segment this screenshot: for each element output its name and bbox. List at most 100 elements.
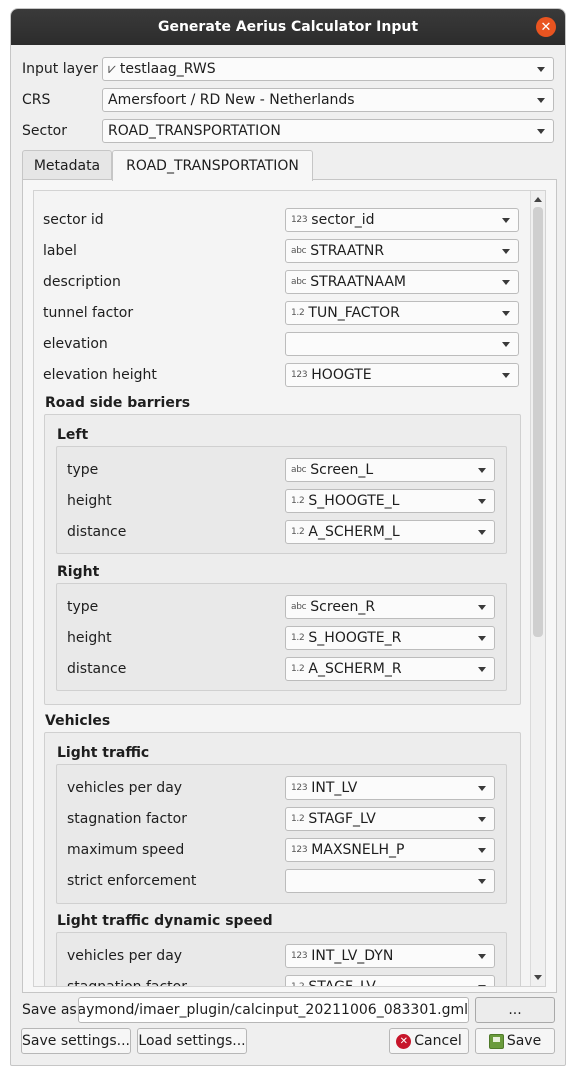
decimal-type-icon: 1.2	[291, 633, 305, 643]
input-layer-combo[interactable]: ⩗ testlaag_RWS	[102, 57, 554, 81]
light-traffic-dynamic-title: Light traffic dynamic speed	[57, 913, 273, 929]
chevron-down-icon	[478, 667, 486, 672]
decimal-type-icon: 1.2	[291, 527, 305, 537]
text-type-icon: abc	[291, 602, 307, 612]
chevron-down-icon	[478, 530, 486, 535]
combo-value: A_SCHERM_L	[308, 524, 400, 540]
save-as-path-field[interactable]: /raymond/imaer_plugin/calcinput_20211006…	[78, 997, 469, 1023]
sector-id-combo[interactable]: 123 sector_id	[285, 208, 519, 232]
field-label: height	[67, 630, 112, 646]
chevron-down-icon	[478, 954, 486, 959]
left-height-combo[interactable]: 1.2 S_HOOGTE_L	[285, 489, 495, 513]
field-label: distance	[67, 661, 127, 677]
combo-value: MAXSNELH_P	[311, 842, 405, 858]
field-label: type	[67, 599, 99, 615]
scroll-up-icon[interactable]	[534, 197, 542, 202]
decimal-type-icon: 1.2	[291, 496, 305, 506]
combo-value: STRAATNAAM	[310, 274, 406, 290]
save-settings-button[interactable]: Save settings...	[21, 1028, 131, 1054]
light-strict-enforcement-combo[interactable]	[285, 869, 495, 893]
text-type-icon: abc	[291, 277, 307, 287]
field-label: elevation height	[43, 367, 157, 383]
scroll-area[interactable]: sector id 123 sector_id label abc STRAAT…	[33, 190, 546, 987]
dynamic-stagnation-factor-combo[interactable]: 1.2 STAGF_LV	[285, 975, 495, 986]
decimal-type-icon: 1.2	[291, 814, 305, 824]
field-label: stagnation factor	[67, 811, 187, 827]
cancel-button[interactable]: ✕ Cancel	[389, 1028, 469, 1054]
sector-combo[interactable]: ROAD_TRANSPORTATION	[102, 119, 554, 143]
combo-value: STAGF_LV	[308, 811, 376, 827]
save-as-path-value: /raymond/imaer_plugin/calcinput_20211006…	[78, 1002, 468, 1018]
integer-type-icon: 123	[291, 370, 308, 380]
scroll-down-icon[interactable]	[534, 975, 542, 980]
chevron-down-icon	[478, 985, 486, 986]
tab-metadata[interactable]: Metadata	[22, 150, 112, 180]
right-distance-combo[interactable]: 1.2 A_SCHERM_R	[285, 657, 495, 681]
chevron-down-icon	[478, 499, 486, 504]
chevron-down-icon	[478, 817, 486, 822]
field-label: type	[67, 462, 99, 478]
combo-value: STRAATNR	[310, 243, 385, 259]
combo-value: A_SCHERM_R	[308, 661, 402, 677]
save-button[interactable]: Save	[475, 1028, 555, 1054]
text-type-icon: abc	[291, 246, 307, 256]
dynamic-vehicles-per-day-combo[interactable]: 123 INT_LV_DYN	[285, 944, 495, 968]
close-icon[interactable]: ✕	[536, 17, 556, 37]
integer-type-icon: 123	[291, 845, 308, 855]
window-title: Generate Aerius Calculator Input	[157, 19, 419, 35]
field-label: tunnel factor	[43, 305, 134, 321]
save-as-label: Save as	[22, 1002, 77, 1018]
tunnel-factor-combo[interactable]: 1.2 TUN_FACTOR	[285, 301, 519, 325]
light-stagnation-factor-combo[interactable]: 1.2 STAGF_LV	[285, 807, 495, 831]
light-maximum-speed-combo[interactable]: 123 MAXSNELH_P	[285, 838, 495, 862]
cancel-icon: ✕	[396, 1033, 412, 1049]
chevron-down-icon	[502, 373, 510, 378]
left-type-combo[interactable]: abc Screen_L	[285, 458, 495, 482]
combo-value: Screen_L	[310, 462, 374, 478]
integer-type-icon: 123	[291, 783, 308, 793]
combo-value: INT_LV	[311, 780, 358, 796]
tab-road-transportation[interactable]: ROAD_TRANSPORTATION	[112, 150, 313, 181]
combo-value: HOOGTE	[311, 367, 372, 383]
field-label: maximum speed	[67, 842, 185, 858]
chevron-down-icon	[478, 605, 486, 610]
combo-value: INT_LV_DYN	[311, 948, 394, 964]
right-type-combo[interactable]: abc Screen_R	[285, 595, 495, 619]
dialog-window: Generate Aerius Calculator Input ✕ Input…	[10, 8, 566, 1066]
field-label: description	[43, 274, 121, 290]
chevron-down-icon	[502, 342, 510, 347]
browse-button[interactable]: ...	[475, 997, 555, 1023]
elevation-combo[interactable]	[285, 332, 519, 356]
crs-combo[interactable]: Amersfoort / RD New - Netherlands	[102, 88, 554, 112]
chevron-down-icon	[502, 249, 510, 254]
label-combo[interactable]: abc STRAATNR	[285, 239, 519, 263]
road-side-barriers-title: Road side barriers	[45, 395, 191, 411]
description-combo[interactable]: abc STRAATNAAM	[285, 270, 519, 294]
sector-value: ROAD_TRANSPORTATION	[108, 123, 281, 139]
save-label: Save	[506, 1033, 542, 1049]
line-layer-icon: ⩗	[108, 61, 116, 77]
field-label: elevation	[43, 336, 108, 352]
chevron-down-icon	[478, 636, 486, 641]
left-distance-combo[interactable]: 1.2 A_SCHERM_L	[285, 520, 495, 544]
text-type-icon: abc	[291, 465, 307, 475]
chevron-down-icon	[502, 218, 510, 223]
field-label: label	[43, 243, 77, 259]
field-label: vehicles per day	[67, 780, 183, 796]
chevron-down-icon	[502, 280, 510, 285]
field-label: stagnation factor	[67, 979, 187, 987]
title-bar[interactable]: Generate Aerius Calculator Input ✕	[11, 9, 565, 45]
chevron-down-icon	[478, 848, 486, 853]
load-settings-button[interactable]: Load settings...	[137, 1028, 247, 1054]
input-layer-value: testlaag_RWS	[119, 61, 216, 77]
input-layer-label: Input layer	[22, 61, 98, 77]
right-height-combo[interactable]: 1.2 S_HOOGTE_R	[285, 626, 495, 650]
elevation-height-combo[interactable]: 123 HOOGTE	[285, 363, 519, 387]
vehicles-title: Vehicles	[45, 713, 111, 729]
chevron-down-icon	[537, 67, 545, 72]
chevron-down-icon	[478, 786, 486, 791]
decimal-type-icon: 1.2	[291, 308, 305, 318]
vertical-scrollbar[interactable]	[530, 191, 545, 986]
light-vehicles-per-day-combo[interactable]: 123 INT_LV	[285, 776, 495, 800]
scrollbar-thumb[interactable]	[533, 207, 543, 637]
